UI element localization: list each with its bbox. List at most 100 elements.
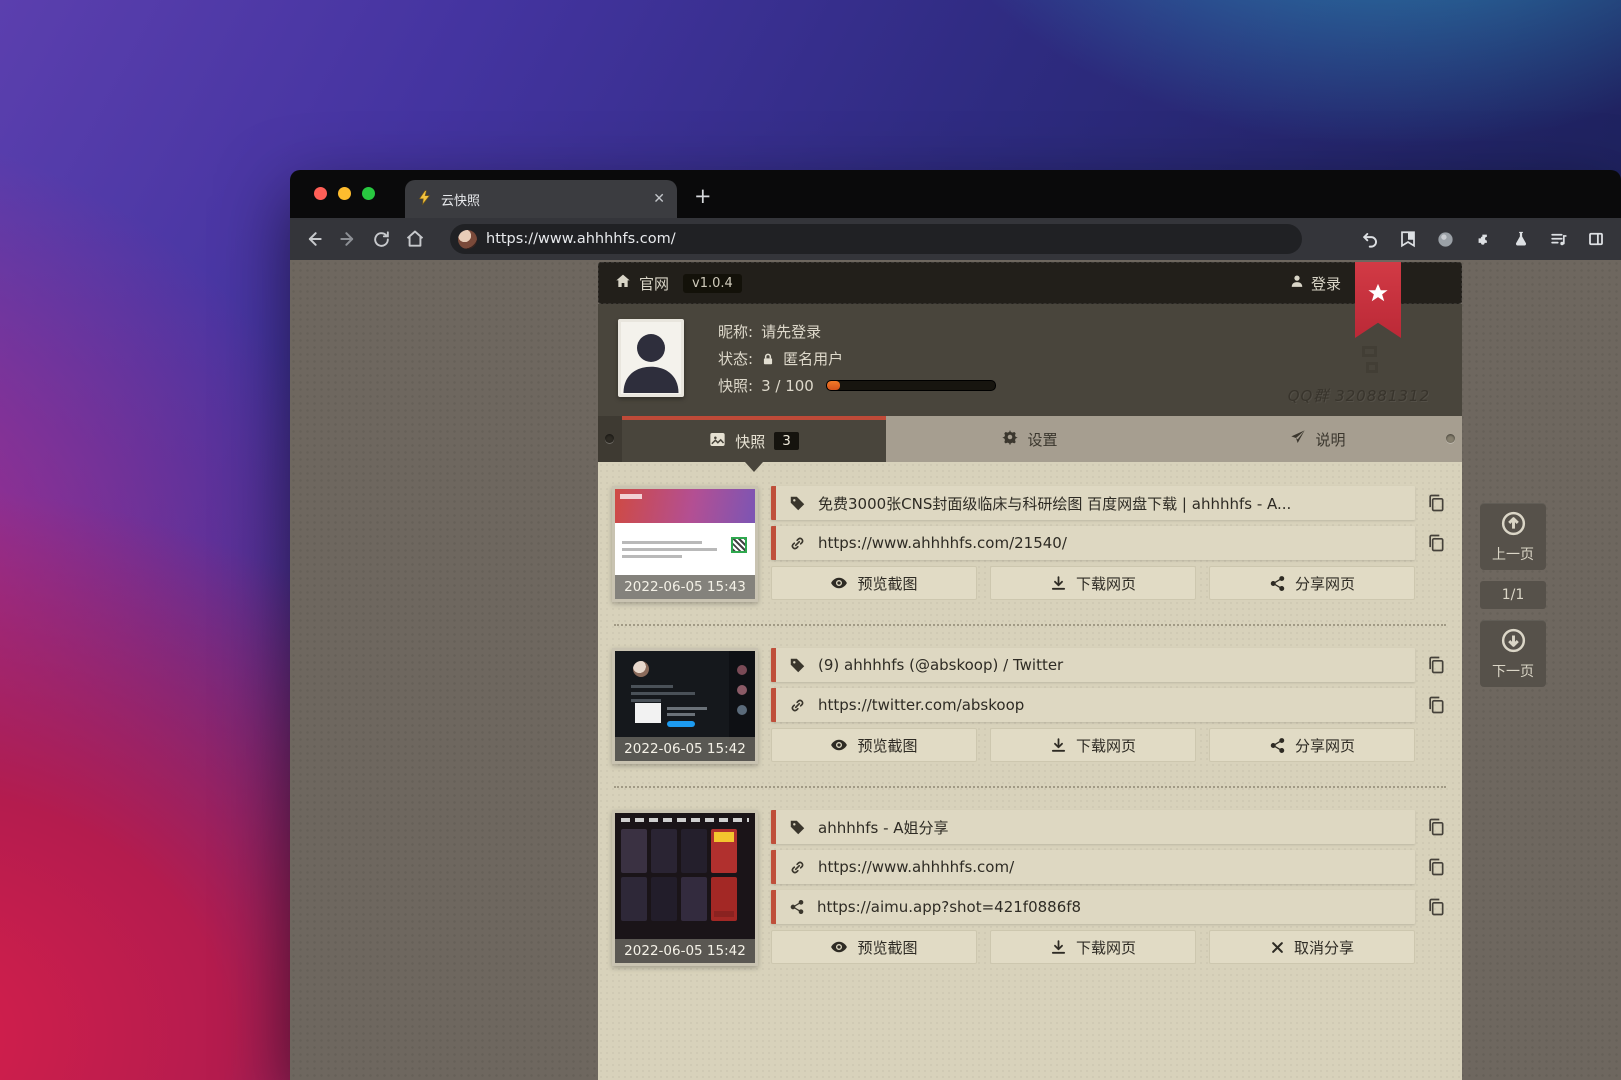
copy-icon[interactable] [1426, 857, 1448, 877]
tag-icon [789, 657, 806, 674]
copy-icon[interactable] [1426, 493, 1448, 513]
browser-toolbar: https://www.ahhhhfs.com/ [290, 218, 1621, 260]
next-page-button[interactable]: 下一页 [1480, 620, 1546, 687]
share-page-button[interactable]: 分享网页 [1209, 566, 1415, 600]
snapshot-title-bar: ahhhhfs - A姐分享 [771, 810, 1415, 844]
row-divider [614, 624, 1446, 626]
star-icon [1367, 282, 1389, 304]
eye-icon [830, 938, 848, 956]
preview-label: 预览截图 [857, 937, 917, 958]
snapshot-count-badge: 3 [774, 432, 799, 450]
next-page-label: 下一页 [1492, 661, 1534, 681]
playlist-icon[interactable] [1549, 230, 1568, 249]
url-text: https://www.ahhhhfs.com/ [486, 231, 676, 247]
download-icon [1050, 737, 1067, 754]
copy-icon[interactable] [1426, 695, 1448, 715]
new-tab-button[interactable]: + [694, 186, 712, 207]
link-icon [789, 859, 806, 876]
cancel-share-button[interactable]: 取消分享 [1209, 930, 1415, 964]
reload-icon[interactable] [372, 230, 391, 249]
download-icon [1050, 939, 1067, 956]
tab-snapshots[interactable]: 快照 3 [622, 416, 886, 462]
app-panel: 官网 v1.0.4 登录 [598, 262, 1462, 1080]
share-icon [1269, 575, 1286, 592]
home-icon[interactable] [405, 229, 425, 249]
status-label: 状态: [718, 348, 753, 369]
tab-settings[interactable]: 设置 [886, 416, 1174, 462]
copy-icon[interactable] [1426, 655, 1448, 675]
download-label: 下载网页 [1076, 573, 1136, 594]
reading-list-icon[interactable] [1399, 230, 1417, 248]
image-icon [709, 431, 726, 452]
snapshot-timestamp: 2022-06-05 15:43 [615, 575, 755, 599]
traffic-lights [314, 187, 375, 200]
snapshot-row: 2022-06-05 15:42 (9) ahhhhfs (@abskoop) … [612, 648, 1448, 764]
preview-screenshot-button[interactable]: 预览截图 [771, 566, 977, 600]
snapshot-thumbnail[interactable]: 2022-06-05 15:42 [612, 810, 758, 966]
back-icon[interactable] [304, 229, 324, 249]
cancel-share-label: 取消分享 [1294, 937, 1354, 958]
share-icon [1269, 737, 1286, 754]
qq-group-watermark: QQ群 320881312 [1288, 385, 1430, 406]
gear-icon [1002, 429, 1018, 449]
tag-icon [789, 495, 806, 512]
snapshot-title: 免费3000张CNS封面级临床与科研绘图 百度网盘下载 | ahhhhfs - … [818, 493, 1291, 514]
prev-page-button[interactable]: 上一页 [1480, 503, 1546, 570]
forward-icon[interactable] [338, 229, 358, 249]
snapshot-url-bar[interactable]: https://www.ahhhhfs.com/ [771, 850, 1415, 884]
snapshot-thumbnail[interactable]: 2022-06-05 15:42 [612, 648, 758, 764]
share-page-button[interactable]: 分享网页 [1209, 728, 1415, 762]
close-window-button[interactable] [314, 187, 327, 200]
official-site-label: 官网 [639, 273, 669, 294]
share-label: 分享网页 [1295, 735, 1355, 756]
tab-bar-rivet [1446, 434, 1455, 443]
x-icon [1270, 940, 1285, 955]
toolbar-extensions [1361, 218, 1621, 260]
lightning-icon [417, 190, 432, 209]
preview-screenshot-button[interactable]: 预览截图 [771, 728, 977, 762]
zoom-window-button[interactable] [362, 187, 375, 200]
login-button[interactable]: 登录 [1290, 273, 1341, 294]
tab-help[interactable]: 说明 [1174, 416, 1462, 462]
user-info-panel: 昵称: 请先登录 状态: 匿名用户 快照: 3 / 100 [598, 304, 1462, 416]
quota-label: 快照: [718, 375, 753, 396]
undo-icon[interactable] [1361, 230, 1380, 249]
puzzle-icon[interactable] [1474, 230, 1493, 249]
tab-bar: 快照 3 设置 [598, 416, 1462, 462]
flask-icon[interactable] [1512, 230, 1530, 248]
row-divider [614, 786, 1446, 788]
quota-value: 3 / 100 [761, 377, 814, 395]
address-bar[interactable]: https://www.ahhhhfs.com/ [450, 224, 1302, 254]
download-page-button[interactable]: 下载网页 [990, 728, 1196, 762]
snapshot-timestamp: 2022-06-05 15:42 [615, 939, 755, 963]
tab-bar-rest: 设置 说明 [886, 416, 1462, 462]
share-icon [789, 899, 805, 915]
copy-icon[interactable] [1426, 897, 1448, 917]
snapshot-title-bar: (9) ahhhhfs (@abskoop) / Twitter [771, 648, 1415, 682]
person-icon [1290, 274, 1304, 292]
tab-close-icon[interactable]: ✕ [653, 191, 665, 207]
download-page-button[interactable]: 下载网页 [990, 930, 1196, 964]
snapshot-url-bar[interactable]: https://www.ahhhhfs.com/21540/ [771, 526, 1415, 560]
profile-icon[interactable] [1436, 230, 1455, 249]
snapshot-share-url: https://aimu.app?shot=421f0886f8 [817, 898, 1081, 916]
snapshot-title: ahhhhfs - A姐分享 [818, 817, 949, 838]
snapshot-url-bar[interactable]: https://twitter.com/abskoop [771, 688, 1415, 722]
thumbnail-art [615, 489, 755, 523]
minimize-window-button[interactable] [338, 187, 351, 200]
copy-icon[interactable] [1426, 533, 1448, 553]
browser-tab[interactable]: 云快照 ✕ [405, 180, 677, 218]
snapshot-share-url-bar[interactable]: https://aimu.app?shot=421f0886f8 [771, 890, 1415, 924]
snapshot-thumbnail[interactable]: 2022-06-05 15:43 [612, 486, 758, 602]
pagination: 上一页 1/1 下一页 [1480, 503, 1546, 687]
download-page-button[interactable]: 下载网页 [990, 566, 1196, 600]
sidebar-icon[interactable] [1587, 230, 1605, 248]
copy-icon[interactable] [1426, 817, 1448, 837]
preview-screenshot-button[interactable]: 预览截图 [771, 930, 977, 964]
tab-bar-rivet [605, 434, 614, 443]
nickname-label: 昵称: [718, 321, 753, 342]
browser-window: 云快照 ✕ + https://www.ahhhhfs.com/ [290, 170, 1621, 1080]
arrow-up-circle-icon [1500, 510, 1527, 541]
quota-progress-bar [826, 380, 996, 391]
official-site-link[interactable]: 官网 [615, 273, 669, 294]
